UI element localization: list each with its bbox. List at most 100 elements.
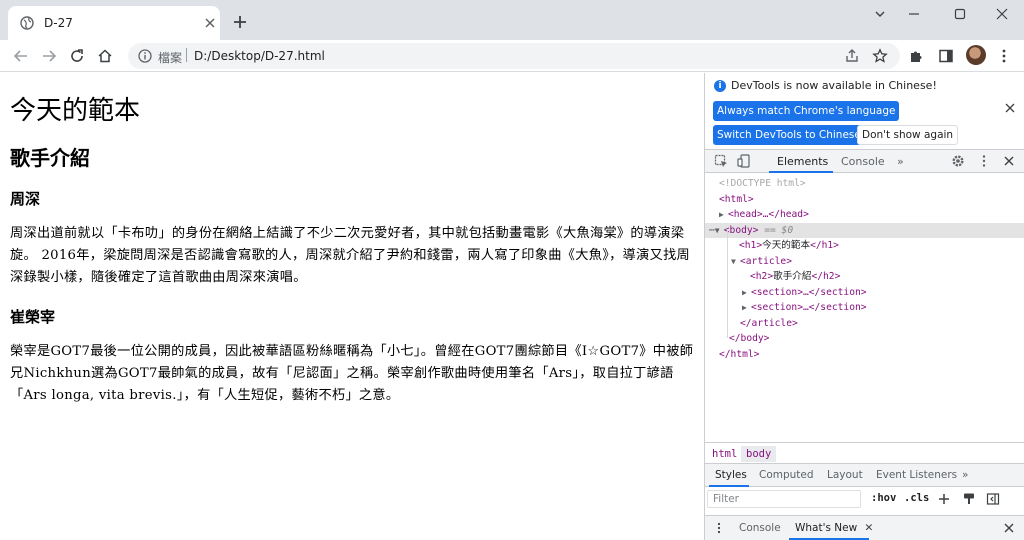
breadcrumb: html body xyxy=(705,442,1024,462)
more-menu-icon[interactable] xyxy=(996,48,1012,64)
switch-to-chinese-button[interactable]: Switch DevTools to Chinese xyxy=(713,125,865,145)
doctype-text: <!DOCTYPE html> xyxy=(719,178,806,189)
h1-close-tag: </h1> xyxy=(810,240,839,251)
drawer-menu-icon[interactable] xyxy=(714,522,724,534)
customize-menu-icon[interactable] xyxy=(977,154,991,168)
dom-node-section-1[interactable]: ▶ <section>…</section> xyxy=(705,285,1024,301)
singer-paragraph-choi-youngjae: 榮宰是GOT7最後一位公開的成員，因此被華語區粉絲暱稱為「小七」。曾經在GOT7… xyxy=(10,344,694,403)
html-open-tag: <html> xyxy=(719,193,754,205)
computed-sidebar-icon[interactable] xyxy=(986,492,1000,506)
notice-text: DevTools is now available in Chinese! xyxy=(731,79,937,92)
close-tab-icon[interactable] xyxy=(202,15,218,31)
tab-event-listeners[interactable]: Event Listeners xyxy=(876,469,957,481)
dom-node-article-close[interactable]: </article> xyxy=(705,316,1024,332)
dont-show-again-button[interactable]: Don't show again xyxy=(857,125,959,145)
devtools-drawer: Console What's New ✕ xyxy=(705,515,1024,540)
expand-arrow-icon[interactable]: ▶ xyxy=(719,207,728,223)
settings-gear-icon[interactable] xyxy=(951,154,965,168)
extensions-puzzle-icon[interactable] xyxy=(908,48,924,64)
drawer-tab-console[interactable]: Console xyxy=(739,522,781,534)
expand-arrow-icon[interactable]: ▶ xyxy=(742,300,751,316)
drawer-tab-whats-new-label: What's New xyxy=(795,522,858,534)
body-close-tag: </body> xyxy=(729,333,770,344)
profile-avatar[interactable] xyxy=(966,45,986,65)
class-toggle[interactable]: .cls xyxy=(904,492,929,504)
tab-computed[interactable]: Computed xyxy=(759,469,814,481)
dom-node-h1[interactable]: <h1>今天的範本</h1> xyxy=(705,238,1024,254)
tab-styles[interactable]: Styles xyxy=(715,469,747,481)
drawer-tab-whats-new[interactable]: What's New ✕ xyxy=(795,522,873,534)
url-separator xyxy=(186,48,187,62)
tab-title: D-27 xyxy=(44,16,73,30)
globe-icon xyxy=(20,16,34,30)
dom-node-head[interactable]: ▶ <head>…</head> xyxy=(705,207,1024,223)
close-icon[interactable] xyxy=(1005,103,1015,113)
collapse-arrow-icon[interactable]: ▼ xyxy=(731,254,740,270)
maximize-icon[interactable] xyxy=(950,5,970,23)
styles-filter-input[interactable]: Filter xyxy=(707,490,861,508)
url-scheme-label: 檔案 xyxy=(158,51,183,65)
dom-node-section-2[interactable]: ▶ <section>…</section> xyxy=(705,300,1024,316)
devtools-panel: i DevTools is now available in Chinese! … xyxy=(704,73,1024,540)
body-open-tag: <body> xyxy=(723,224,759,236)
html-close-tag: </html> xyxy=(719,348,760,360)
tab-layout[interactable]: Layout xyxy=(827,469,863,481)
close-drawer-icon[interactable] xyxy=(1003,522,1015,534)
dom-node-body-close[interactable]: </body> xyxy=(705,331,1024,347)
more-tabs-button[interactable]: » xyxy=(897,155,904,168)
expand-arrow-icon[interactable]: ▶ xyxy=(742,285,751,301)
styles-filter-bar: Filter :hov .cls xyxy=(705,488,1024,510)
browser-toolbar: 檔案 D:/Desktop/D-27.html xyxy=(0,40,1024,72)
more-style-tabs-button[interactable]: » xyxy=(962,469,968,481)
breadcrumb-html[interactable]: html xyxy=(707,446,742,462)
close-icon[interactable]: ✕ xyxy=(865,522,874,534)
page-content: 今天的範本 歌手介紹 周深 周深出道前就以「卡布叻」的身份在網絡上結識了不少二次… xyxy=(0,73,704,540)
close-devtools-icon[interactable] xyxy=(1002,154,1016,168)
tab-search-chevron-icon[interactable] xyxy=(870,5,890,23)
tab-strip: D-27 xyxy=(0,0,1024,40)
breadcrumb-body[interactable]: body xyxy=(741,446,777,462)
singer-paragraph-zhou-shen: 周深出道前就以「卡布叻」的身份在網絡上結識了不少二次元愛好者，其中就包括動畫電影… xyxy=(10,226,691,285)
side-panel-icon[interactable] xyxy=(938,48,954,64)
address-bar[interactable]: 檔案 D:/Desktop/D-27.html xyxy=(128,43,900,69)
home-icon[interactable] xyxy=(96,47,114,65)
share-icon[interactable] xyxy=(844,48,860,64)
close-window-icon[interactable] xyxy=(992,5,1012,23)
h2-close-tag: </h2> xyxy=(811,271,841,282)
reload-icon[interactable] xyxy=(68,47,86,65)
bookmark-star-icon[interactable] xyxy=(872,48,888,64)
new-tab-icon[interactable] xyxy=(232,14,248,30)
new-style-rule-icon[interactable] xyxy=(938,493,950,505)
dom-node-html[interactable]: <html> xyxy=(705,192,1024,208)
dom-node-doctype[interactable]: <!DOCTYPE html> xyxy=(705,176,1024,192)
selected-node-marker: == $0 xyxy=(764,224,794,236)
browser-tab[interactable]: D-27 xyxy=(8,6,220,40)
dom-node-html-close[interactable]: </html> xyxy=(705,347,1024,363)
device-toolbar-icon[interactable] xyxy=(737,154,751,168)
hover-state-toggle[interactable]: :hov xyxy=(871,492,896,504)
dom-node-body[interactable]: ⋯▼ <body> == $0 xyxy=(705,222,1024,239)
info-icon[interactable] xyxy=(138,49,152,63)
section-tag: <section>…</section> xyxy=(751,286,867,298)
always-match-language-button[interactable]: Always match Chrome's language xyxy=(713,101,900,121)
paint-brush-icon[interactable] xyxy=(962,492,976,506)
collapse-arrow-icon[interactable]: ▼ xyxy=(715,223,724,239)
url-text[interactable]: D:/Desktop/D-27.html xyxy=(194,49,325,63)
minimize-icon[interactable] xyxy=(904,5,924,23)
info-icon: i xyxy=(714,80,726,92)
dom-tree: <!DOCTYPE html> <html> ▶ <head>…</head> ⋯… xyxy=(705,174,1024,440)
forward-arrow-icon[interactable] xyxy=(40,47,58,65)
dom-node-article[interactable]: ▼ <article> xyxy=(705,254,1024,270)
styles-tab-bar: Styles Computed Layout Event Listeners » xyxy=(705,463,1024,487)
active-tab-indicator xyxy=(709,485,749,487)
language-notice: i DevTools is now available in Chinese! … xyxy=(705,73,1024,149)
dom-node-h2[interactable]: <h2>歌手介紹</h2> xyxy=(705,269,1024,285)
inspect-element-icon[interactable] xyxy=(714,154,728,168)
h1-text: 今天的範本 xyxy=(762,240,811,251)
tab-console[interactable]: Console xyxy=(841,155,885,168)
tab-elements[interactable]: Elements xyxy=(777,155,828,168)
back-arrow-icon[interactable] xyxy=(12,47,30,65)
active-tab-indicator xyxy=(769,171,833,173)
h2-open-tag: <h2> xyxy=(750,271,774,282)
article-close-tag: </article> xyxy=(740,317,798,329)
